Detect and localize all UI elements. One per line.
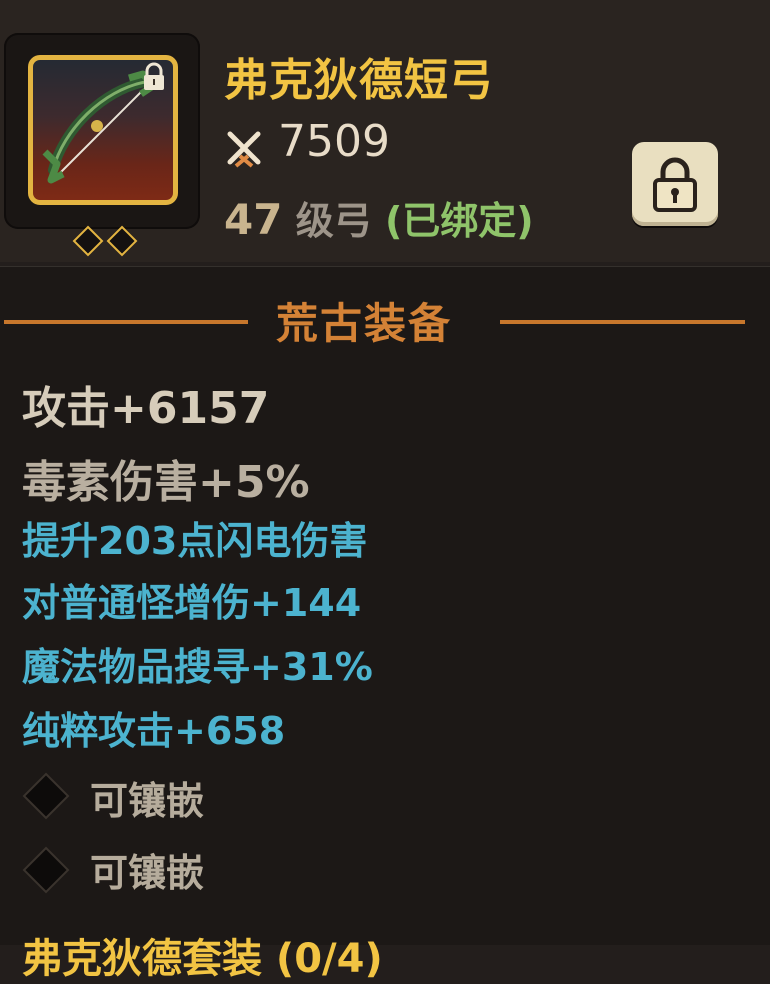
stat-magic-find: 魔法物品搜寻+31% <box>22 645 373 689</box>
lock-icon <box>653 157 697 212</box>
item-level: 47 <box>224 195 283 244</box>
stat-lightning-damage: 提升203点闪电伤害 <box>22 519 368 563</box>
section-divider-left <box>4 320 248 324</box>
section-divider-right <box>500 320 745 324</box>
lock-icon <box>144 62 164 90</box>
set-bonus-label: 弗克狄德套装 (0/4) <box>22 936 383 982</box>
stat-normal-monster-damage: 对普通怪增伤+144 <box>22 581 362 625</box>
gem-slots-icon <box>72 225 138 257</box>
bound-status: (已绑定) <box>384 199 534 243</box>
power-value: 7509 <box>278 116 390 167</box>
lock-button[interactable] <box>632 142 718 226</box>
socket-label: 可镶嵌 <box>90 779 205 823</box>
diamond-socket-icon <box>22 846 70 894</box>
stat-pure-attack: 纯粹攻击+658 <box>22 709 286 753</box>
socket-label: 可镶嵌 <box>90 851 205 895</box>
item-type: 级弓 <box>295 199 372 243</box>
crossed-swords-icon <box>227 131 261 168</box>
diamond-socket-icon <box>22 772 70 820</box>
item-level-line: 47 级弓 (已绑定) <box>224 190 534 245</box>
stat-attack: 攻击+6157 <box>22 383 270 434</box>
stat-poison-damage: 毒素伤害+5% <box>22 457 310 508</box>
item-name: 弗克狄德短弓 <box>224 55 494 106</box>
section-title: 荒古装备 <box>276 299 453 348</box>
item-icon-slot[interactable] <box>4 33 200 257</box>
